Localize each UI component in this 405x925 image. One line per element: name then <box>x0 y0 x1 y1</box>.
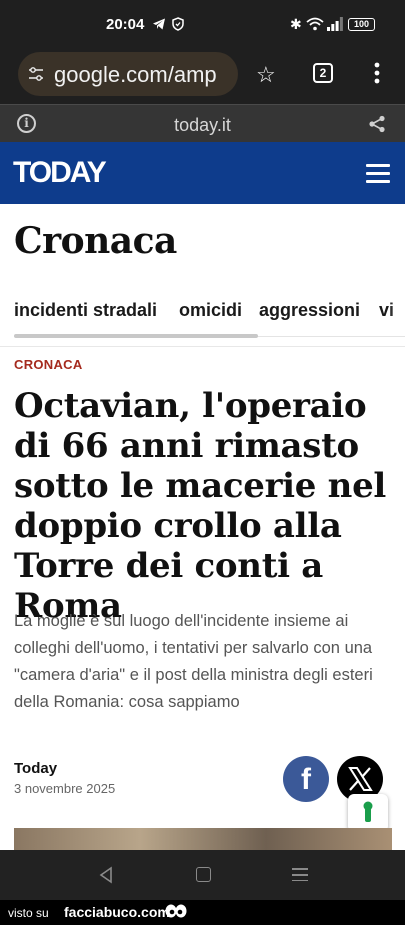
topic-tab[interactable]: omicidi <box>179 300 242 321</box>
topic-fade <box>390 296 405 336</box>
back-icon[interactable] <box>98 866 114 884</box>
article-headline: Octavian, l'operaio di 66 anni rimasto s… <box>14 386 387 626</box>
topic-tabs: incidenti stradali omicidi aggressioni v… <box>0 296 405 342</box>
wifi-icon <box>306 17 324 31</box>
facebook-share-button[interactable]: f <box>283 756 329 802</box>
site-header: TODAY <box>0 142 405 204</box>
accessibility-widget-button[interactable] <box>348 794 388 832</box>
share-icon[interactable] <box>368 115 386 133</box>
recents-icon[interactable] <box>292 868 308 882</box>
overflow-menu-icon[interactable] <box>368 60 386 86</box>
status-time: 20:04 <box>106 16 145 33</box>
url-text[interactable]: google.com/amp <box>54 62 217 88</box>
keyhole-icon <box>363 801 373 822</box>
system-nav-bar <box>0 850 405 900</box>
telegram-icon <box>153 18 165 30</box>
shield-icon <box>172 17 184 31</box>
topic-scrollbar[interactable] <box>14 334 258 338</box>
article-image <box>14 828 392 850</box>
facebook-icon: f <box>301 763 311 796</box>
hamburger-menu-icon[interactable] <box>366 164 390 183</box>
battery-icon: 100 <box>348 18 375 31</box>
eyes-logo-icon <box>165 904 187 918</box>
watermark-prefix: visto su <box>8 906 49 920</box>
site-logo[interactable]: TODAY <box>13 156 107 190</box>
article-kicker[interactable]: CRONACA <box>14 357 83 372</box>
article-author: Today <box>14 760 58 777</box>
section-title[interactable]: Cronaca <box>14 220 177 262</box>
address-bar[interactable]: google.com/amp <box>18 52 238 96</box>
article-summary: La moglie è sul luogo dell'incidente ins… <box>14 612 373 711</box>
signal-icon <box>327 17 343 31</box>
amp-info-bar: i today.it <box>0 104 405 142</box>
tab-switcher-button[interactable]: 2 <box>313 63 333 83</box>
browser-toolbar: google.com/amp ☆ 2 <box>0 50 405 104</box>
topic-tab[interactable]: incidenti stradali <box>14 300 157 321</box>
bookmark-star-icon[interactable]: ☆ <box>256 62 276 88</box>
topic-tab[interactable]: aggressioni <box>259 300 360 321</box>
status-bar: 20:04 ✱ 100 <box>0 0 405 50</box>
divider <box>0 346 405 347</box>
home-icon[interactable] <box>196 867 211 882</box>
watermark-bar: visto su facciabuco.com <box>0 900 405 925</box>
watermark-site: facciabuco.com <box>64 904 170 920</box>
site-domain: today.it <box>174 115 231 135</box>
bluetooth-icon: ✱ <box>290 16 302 32</box>
site-settings-icon[interactable] <box>28 66 44 82</box>
article-date: 3 novembre 2025 <box>14 781 116 796</box>
